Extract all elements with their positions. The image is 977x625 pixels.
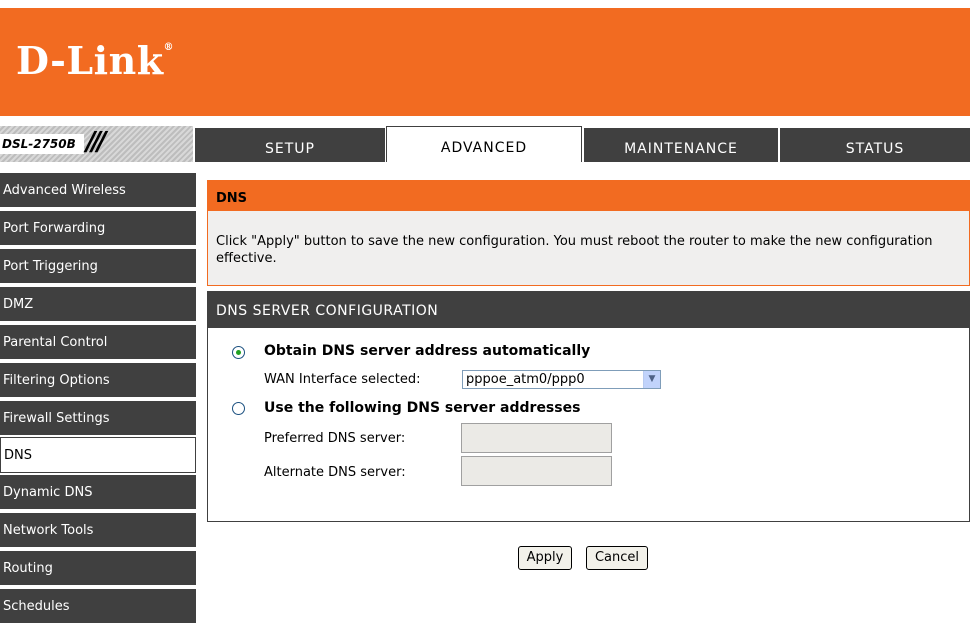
cancel-button[interactable]: Cancel [586, 546, 648, 570]
chevron-down-icon[interactable]: ▼ [643, 371, 660, 388]
radio-obtain-auto[interactable] [232, 346, 245, 359]
tab-maintenance[interactable]: MAINTENANCE [584, 128, 778, 162]
wan-interface-value: pppoe_atm0/ppp0 [466, 372, 585, 387]
sidebar-item-advanced-wireless[interactable]: Advanced Wireless [0, 173, 196, 209]
tab-advanced[interactable]: ADVANCED [386, 126, 582, 162]
info-panel-title: DNS [208, 181, 969, 211]
tab-status[interactable]: STATUS [780, 128, 970, 162]
option-manual-dns-label: Use the following DNS server addresses [264, 400, 581, 416]
preferred-dns-input[interactable] [461, 423, 612, 453]
header-banner: D-Link® [0, 8, 970, 116]
sidebar-item-schedules[interactable]: Schedules [0, 589, 196, 625]
sidebar-item-dns[interactable]: DNS [0, 437, 196, 473]
preferred-dns-label: Preferred DNS server: [264, 431, 406, 446]
sidebar-item-dynamic-dns[interactable]: Dynamic DNS [0, 475, 196, 511]
info-panel-text: Click "Apply" button to save the new con… [216, 234, 933, 266]
sidebar-item-filtering-options[interactable]: Filtering Options [0, 363, 196, 399]
sidebar-item-port-forwarding[interactable]: Port Forwarding [0, 211, 196, 247]
sidebar-item-network-tools[interactable]: Network Tools [0, 513, 196, 549]
dns-config-title: DNS SERVER CONFIGURATION [208, 292, 969, 328]
wan-interface-select[interactable]: pppoe_atm0/ppp0 ▼ [462, 370, 661, 389]
sidebar-item-routing[interactable]: Routing [0, 551, 196, 587]
top-nav: DSL-2750B /// SETUP ADVANCED MAINTENANCE… [0, 126, 970, 162]
sidebar-item-parental-control[interactable]: Parental Control [0, 325, 196, 361]
model-badge: DSL-2750B /// [0, 126, 193, 162]
option-obtain-auto-label: Obtain DNS server address automatically [264, 343, 591, 359]
alternate-dns-input[interactable] [461, 456, 612, 486]
sidebar: Advanced Wireless Port Forwarding Port T… [0, 173, 196, 625]
sidebar-item-port-triggering[interactable]: Port Triggering [0, 249, 196, 285]
radio-manual-dns[interactable] [232, 402, 245, 415]
sidebar-item-dmz[interactable]: DMZ [0, 287, 196, 323]
model-name: DSL-2750B [0, 134, 84, 154]
apply-button[interactable]: Apply [518, 546, 572, 570]
dlink-logo: D-Link® [16, 38, 175, 83]
alternate-dns-label: Alternate DNS server: [264, 465, 406, 480]
tab-setup[interactable]: SETUP [195, 128, 385, 162]
info-panel: DNS Click "Apply" button to save the new… [207, 180, 970, 286]
wan-interface-label: WAN Interface selected: [264, 372, 421, 387]
slash-decoration-icon: /// [86, 127, 106, 157]
sidebar-item-firewall-settings[interactable]: Firewall Settings [0, 401, 196, 437]
